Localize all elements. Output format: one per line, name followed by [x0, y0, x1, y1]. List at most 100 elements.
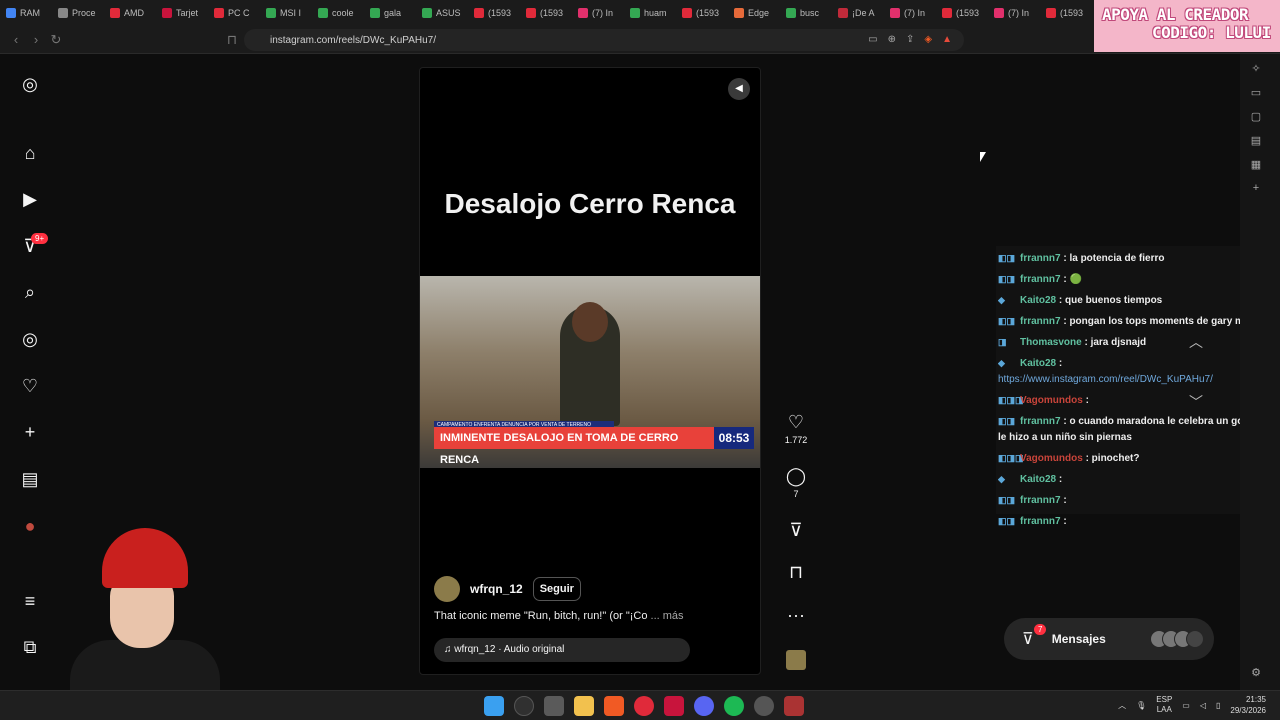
bookmark-icon[interactable]: ⊓ — [222, 32, 242, 48]
reload-icon[interactable]: ↻ — [46, 32, 66, 48]
browser-tab[interactable]: (7) In — [988, 8, 1040, 18]
search-icon[interactable] — [514, 696, 534, 716]
reading-list-icon[interactable]: ▢ — [1250, 110, 1262, 123]
chat-badges-icon: ◧◨ — [998, 495, 1016, 505]
volume-icon[interactable]: ◁ — [1200, 701, 1206, 710]
steam-icon[interactable] — [754, 696, 774, 716]
explore-icon[interactable]: ◎ — [20, 329, 40, 349]
browser-tab[interactable]: coole — [312, 8, 364, 18]
clock-date: 29/3/2026 — [1230, 706, 1266, 715]
like-button[interactable]: ♡ 1.772 — [782, 412, 810, 445]
wallet-icon[interactable]: ▭ — [1250, 86, 1262, 99]
more-apps-icon[interactable]: ⧉ — [20, 637, 40, 657]
heart-icon[interactable]: ♡ — [20, 376, 40, 396]
network-icon[interactable]: ▭ — [1182, 701, 1190, 710]
bookmarks-icon[interactable]: ▤ — [1250, 134, 1262, 147]
forward-icon[interactable]: › — [26, 32, 46, 47]
zoom-icon[interactable]: ⊕ — [888, 34, 896, 45]
browser-tab[interactable]: huam — [624, 8, 676, 18]
mute-icon[interactable]: ◀ — [728, 78, 750, 100]
reels-icon[interactable]: ▶ — [20, 189, 40, 209]
tray-chevron-icon[interactable]: ︿ — [1118, 700, 1126, 711]
input-language[interactable]: ESP LAA — [1156, 695, 1172, 715]
microphone-icon[interactable]: 🎙 — [1136, 701, 1146, 710]
discord-icon[interactable] — [694, 696, 714, 716]
cast-icon[interactable]: ▭ — [868, 34, 877, 45]
browser-tab[interactable]: (7) In — [572, 8, 624, 18]
author-name[interactable]: wfrqn_12 — [470, 582, 523, 596]
home-icon[interactable]: ⌂ — [20, 143, 40, 163]
browser-tab[interactable]: (1593 — [520, 8, 572, 18]
browser-tab[interactable]: (1593 — [936, 8, 988, 18]
spotify-icon[interactable] — [724, 696, 744, 716]
clock[interactable]: 21:35 29/3/2026 — [1230, 694, 1266, 716]
author-avatar[interactable] — [434, 576, 460, 602]
dashboard-icon[interactable]: ▤ — [20, 469, 40, 489]
tab-favicon-icon — [474, 8, 484, 18]
brave-browser-icon[interactable] — [604, 696, 624, 716]
start-icon[interactable] — [484, 696, 504, 716]
tab-label: (7) In — [1008, 8, 1030, 18]
task-view-icon[interactable] — [544, 696, 564, 716]
browser-tab[interactable]: Proce — [52, 8, 104, 18]
browser-tab[interactable]: ¡De A — [832, 8, 884, 18]
comment-button[interactable]: ◯ 7 — [782, 466, 810, 499]
adobe-icon[interactable] — [664, 696, 684, 716]
tab-favicon-icon — [942, 8, 952, 18]
file-explorer-icon[interactable] — [574, 696, 594, 716]
tab-favicon-icon — [1046, 8, 1056, 18]
chat-username: frrannn7 — [1020, 516, 1061, 527]
browser-tab[interactable]: AMD — [104, 8, 156, 18]
chat-message: ◧◨ frrannn7 : — [998, 490, 1274, 511]
brave-shield-icon[interactable]: ◈ — [924, 34, 932, 45]
battery-icon[interactable]: ▯ — [1216, 701, 1220, 710]
audio-pill[interactable]: ♫ wfrqn_12 · Audio original — [434, 638, 690, 662]
tab-label: Edge — [748, 8, 770, 18]
create-icon[interactable]: + — [20, 422, 40, 442]
chat-text: : — [1058, 358, 1063, 369]
scroll-up-icon[interactable]: ︿ — [1186, 332, 1206, 352]
chat-link[interactable]: https://www.instagram.com/reel/DWc_KuPAH… — [998, 374, 1213, 385]
share-icon[interactable]: ⇪ — [906, 34, 914, 45]
browser-tab[interactable]: (1593 — [676, 8, 728, 18]
media-player-icon[interactable] — [634, 696, 654, 716]
browser-tab[interactable]: (7) In — [884, 8, 936, 18]
browser-tab[interactable]: RAM — [0, 8, 52, 18]
share-button[interactable]: ⊽ — [782, 520, 810, 541]
tab-favicon-icon — [578, 8, 588, 18]
instagram-logo-icon[interactable]: ◎ — [20, 74, 40, 94]
audio-thumbnail[interactable] — [782, 650, 810, 675]
back-icon[interactable]: ‹ — [6, 32, 26, 47]
reel-player[interactable]: ◀ Desalojo Cerro Renca CAMPAMENTO ENFREN… — [419, 67, 761, 675]
browser-tab[interactable]: Edge — [728, 8, 780, 18]
url-field[interactable]: instagram.com/reels/DWc_KuPAHu7/ ▭ ⊕ ⇪ ◈… — [244, 29, 964, 51]
send-icon: ⊽ — [789, 520, 803, 540]
news-time: 08:53 — [714, 427, 754, 449]
caption-more-link[interactable]: ... más — [651, 610, 684, 622]
follow-button[interactable]: Seguir — [532, 577, 581, 601]
ai-icon[interactable]: ✧ — [1250, 62, 1262, 75]
browser-tab[interactable]: (1593 — [468, 8, 520, 18]
settings-icon[interactable]: ⚙ — [1250, 666, 1262, 679]
browser-tab[interactable]: ASUS — [416, 8, 468, 18]
browser-tab[interactable]: PC C — [208, 8, 260, 18]
browser-tab[interactable]: (1593 — [1040, 8, 1092, 18]
add-panel-icon[interactable]: + — [1250, 182, 1262, 194]
save-button[interactable]: ⊓ — [782, 562, 810, 583]
tab-label: huam — [644, 8, 667, 18]
reel-title: Desalojo Cerro Renca — [444, 188, 736, 219]
search-icon[interactable]: ⌕ — [20, 282, 40, 302]
scroll-down-icon[interactable]: ﹀ — [1186, 392, 1206, 412]
history-icon[interactable]: ▦ — [1250, 158, 1262, 171]
chat-message: ◧◨ frrannn7 : — [998, 511, 1274, 532]
profile-avatar[interactable]: ● — [20, 516, 40, 536]
msi-icon[interactable] — [784, 696, 804, 716]
messages-button[interactable]: ⊽ 7 Mensajes — [1004, 618, 1214, 660]
browser-tab[interactable]: Tarjet — [156, 8, 208, 18]
browser-tab[interactable]: MSI I — [260, 8, 312, 18]
rewards-icon[interactable]: ▲ — [942, 34, 952, 45]
browser-tab[interactable]: busc — [780, 8, 832, 18]
menu-icon[interactable]: ≡ — [20, 591, 40, 611]
more-options-button[interactable]: ··· — [782, 605, 810, 626]
browser-tab[interactable]: gala — [364, 8, 416, 18]
